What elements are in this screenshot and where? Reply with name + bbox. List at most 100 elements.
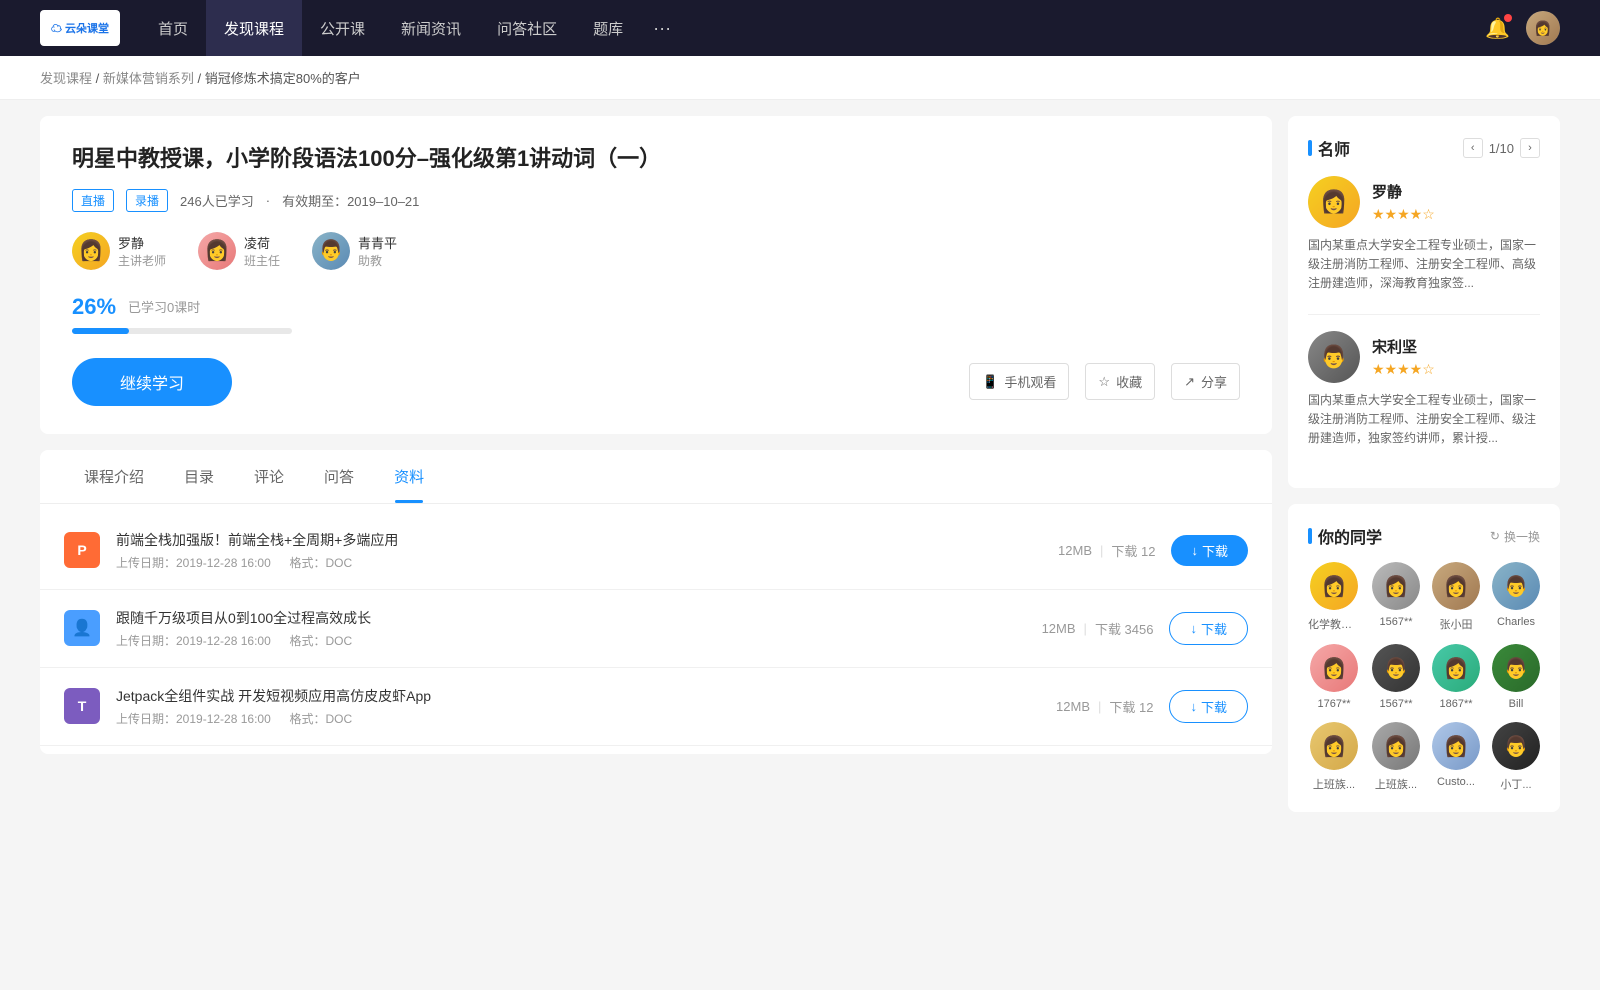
download-button-2[interactable]: ↓ 下载 [1169,690,1248,723]
classmate-name-11: 小丁... [1500,776,1531,792]
tab-catalog[interactable]: 目录 [164,450,234,503]
classmate-avatar-11[interactable]: 👨 [1492,722,1540,770]
tab-intro[interactable]: 课程介绍 [64,450,164,503]
resource-item: 👤 跟随千万级项目从0到100全过程高效成长 上传日期：2019-12-28 1… [40,590,1272,668]
share-button[interactable]: ↗ 分享 [1171,363,1240,400]
main-container: 明星中教授课，小学阶段语法100分–强化级第1讲动词（一） 直播 录播 246人… [0,100,1600,844]
resource-stats-2: 12MB | 下载 12 [1056,697,1153,716]
teacher-item-1: 👩 凌荷 班主任 [198,232,280,270]
progress-section: 26% 已学习0课时 [72,294,1240,334]
teacher-name-0: 罗静 [118,233,166,252]
resource-info-2: Jetpack全组件实战 开发短视频应用高仿皮皮虾App 上传日期：2019-1… [116,686,1040,727]
refresh-button[interactable]: ↻ 换一换 [1490,528,1540,545]
classmate-avatar-10[interactable]: 👩 [1432,722,1480,770]
download-label-2: 下载 [1201,697,1227,716]
teacher-item-2: 👨 青青平 助教 [312,232,397,270]
resource-meta-1: 上传日期：2019-12-28 16:00 格式：DOC [116,632,1026,649]
classmate-name-7: Bill [1509,698,1524,710]
sidebar-right: 名师 ‹ 1/10 › 👩 罗静 ★★★★☆ [1288,116,1560,828]
bell-icon[interactable]: 🔔 [1485,16,1510,41]
breadcrumb-series[interactable]: 新媒体营销系列 [103,71,194,86]
teacher-profile-1: 👨 宋利坚 ★★★★☆ 国内某重点大学安全工程专业硕士，国家一级注册消防工程师、… [1308,331,1540,449]
resource-item: T Jetpack全组件实战 开发短视频应用高仿皮皮虾App 上传日期：2019… [40,668,1272,746]
format-0: 格式：DOC [289,556,352,570]
classmate-name-2: 张小田 [1440,616,1473,632]
prev-page-button[interactable]: ‹ [1463,138,1483,158]
classmate-item: 👩 上班族... [1372,722,1420,792]
teacher-avatar-0: 👩 [72,232,110,270]
teacher-divider [1308,314,1540,315]
sidebar-teacher-stars-1: ★★★★☆ [1372,361,1435,378]
classmate-avatar-2[interactable]: 👩 [1432,562,1480,610]
teacher-role-1: 班主任 [244,252,280,269]
teacher-avatar-1: 👩 [198,232,236,270]
sidebar-teacher-stars-0: ★★★★☆ [1372,206,1435,223]
classmate-avatar-0[interactable]: 👩 [1310,562,1358,610]
badge-live: 直播 [72,189,114,212]
user-avatar[interactable]: 👩 [1526,11,1560,45]
tab-qa[interactable]: 问答 [304,450,374,503]
downloads-1: 下载 3456 [1095,619,1154,638]
logo-icon: ☁ 云朵课堂 [40,10,120,46]
resource-name-2: Jetpack全组件实战 开发短视频应用高仿皮皮虾App [116,686,1040,706]
classmate-name-0: 化学教书... [1308,616,1360,632]
tab-review[interactable]: 评论 [234,450,304,503]
collect-button[interactable]: ☆ 收藏 [1085,363,1155,400]
teacher-name-1: 凌荷 [244,233,280,252]
breadcrumb-current: 销冠修炼术搞定80%的客户 [205,71,361,86]
download-button-1[interactable]: ↓ 下载 [1169,612,1248,645]
phone-watch-button[interactable]: 📱 手机观看 [969,363,1069,400]
classmate-avatar-3[interactable]: 👨 [1492,562,1540,610]
continue-button[interactable]: 继续学习 [72,358,232,406]
classmate-name-8: 上班族... [1313,776,1355,792]
download-label-0: 下载 [1202,541,1228,560]
classmate-item: 👨 Charles [1492,562,1540,632]
tabs-card: 课程介绍 目录 评论 问答 资料 P 前端全栈加强版！前端全栈+全周期+多端应用… [40,450,1272,754]
classmate-item: 👩 1867** [1432,644,1480,710]
classmates-card: 你的同学 ↻ 换一换 👩 化学教书... 👩 1567** [1288,504,1560,812]
nav-home[interactable]: 首页 [140,0,206,56]
sidebar-teacher-name-0: 罗静 [1372,181,1435,202]
classmate-avatar-7[interactable]: 👨 [1492,644,1540,692]
classmate-avatar-8[interactable]: 👩 [1310,722,1358,770]
resource-meta-0: 上传日期：2019-12-28 16:00 格式：DOC [116,554,1042,571]
progress-bar-fill [72,328,129,334]
resource-name-0: 前端全栈加强版！前端全栈+全周期+多端应用 [116,530,1042,550]
next-page-button[interactable]: › [1520,138,1540,158]
classmate-name-9: 上班族... [1375,776,1417,792]
resource-stats-1: 12MB | 下载 3456 [1042,619,1154,638]
nav-qa[interactable]: 问答社区 [479,0,575,56]
resource-icon-2: T [64,688,100,724]
nav-discover[interactable]: 发现课程 [206,0,302,56]
nav-more[interactable]: ··· [641,0,683,56]
classmate-avatar-4[interactable]: 👩 [1310,644,1358,692]
breadcrumb-discover[interactable]: 发现课程 [40,71,92,86]
teacher-profile-avatar-0: 👩 [1308,176,1360,228]
nav-open[interactable]: 公开课 [302,0,383,56]
teachers-card-title: 名师 [1308,136,1350,160]
teacher-profile-top-1: 👨 宋利坚 ★★★★☆ [1308,331,1540,383]
size-0: 12MB [1058,543,1092,558]
classmate-avatar-1[interactable]: 👩 [1372,562,1420,610]
download-button-0[interactable]: ↓ 下载 [1171,535,1248,566]
teachers-card-header: 名师 ‹ 1/10 › [1308,136,1540,160]
classmate-avatar-9[interactable]: 👩 [1372,722,1420,770]
tab-resources[interactable]: 资料 [374,450,444,503]
logo[interactable]: ☁ 云朵课堂 [40,10,120,46]
classmate-avatar-5[interactable]: 👨 [1372,644,1420,692]
refresh-icon: ↻ [1490,529,1500,543]
nav-right: 🔔 👩 [1485,11,1560,45]
classmate-avatar-6[interactable]: 👩 [1432,644,1480,692]
student-count: 246人已学习 [180,191,254,210]
resource-name-1: 跟随千万级项目从0到100全过程高效成长 [116,608,1026,628]
nav-news[interactable]: 新闻资讯 [383,0,479,56]
course-meta: 直播 录播 246人已学习 · 有效期至：2019–10–21 [72,189,1240,212]
resource-item: P 前端全栈加强版！前端全栈+全周期+多端应用 上传日期：2019-12-28 … [40,512,1272,590]
nav-question-bank[interactable]: 题库 [575,0,641,56]
badge-record: 录播 [126,189,168,212]
resource-info-1: 跟随千万级项目从0到100全过程高效成长 上传日期：2019-12-28 16:… [116,608,1026,649]
star-icon: ☆ [1098,374,1110,390]
course-header-card: 明星中教授课，小学阶段语法100分–强化级第1讲动词（一） 直播 录播 246人… [40,116,1272,434]
phone-icon: 📱 [982,374,998,390]
teacher-profile-top-0: 👩 罗静 ★★★★☆ [1308,176,1540,228]
